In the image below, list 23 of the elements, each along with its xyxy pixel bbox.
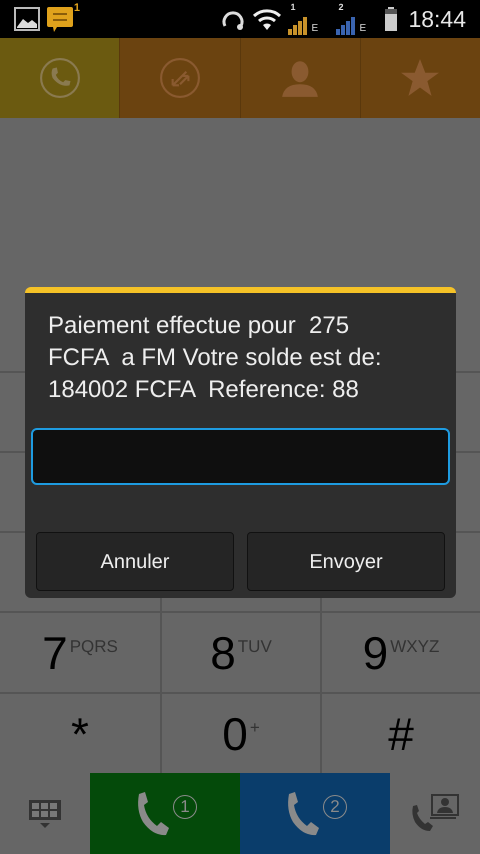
network-type: E (311, 24, 318, 34)
phone-icon (38, 57, 81, 99)
input-field[interactable] (31, 428, 450, 485)
message-icon (46, 4, 74, 34)
keypad-icon (28, 798, 62, 828)
line-number: 1 (173, 795, 197, 819)
dialog-button[interactable]: Envoyer (247, 532, 445, 591)
wifi-icon (252, 7, 282, 31)
dialog-message: Paiement effectue pour 275 FCFA a FM Votre solde est de: 184002 FCFA Reference: 88 (48, 311, 382, 405)
tab[interactable] (0, 38, 120, 118)
network-type: E (359, 24, 366, 34)
line-number: 2 (323, 795, 347, 819)
call-button[interactable]: 2 (240, 773, 390, 854)
dialog-button[interactable]: Annuler (36, 532, 234, 591)
image-icon (14, 7, 40, 31)
clock: 18:44 (408, 4, 466, 34)
arrows-icon (158, 57, 201, 99)
call-button[interactable]: 1 (90, 773, 240, 854)
sim-label: 1 (290, 1, 296, 14)
battery-icon (384, 6, 398, 32)
notification-count: 1 (74, 1, 80, 16)
sim-label: 2 (338, 1, 344, 14)
dial-key[interactable]: * (0, 694, 160, 773)
